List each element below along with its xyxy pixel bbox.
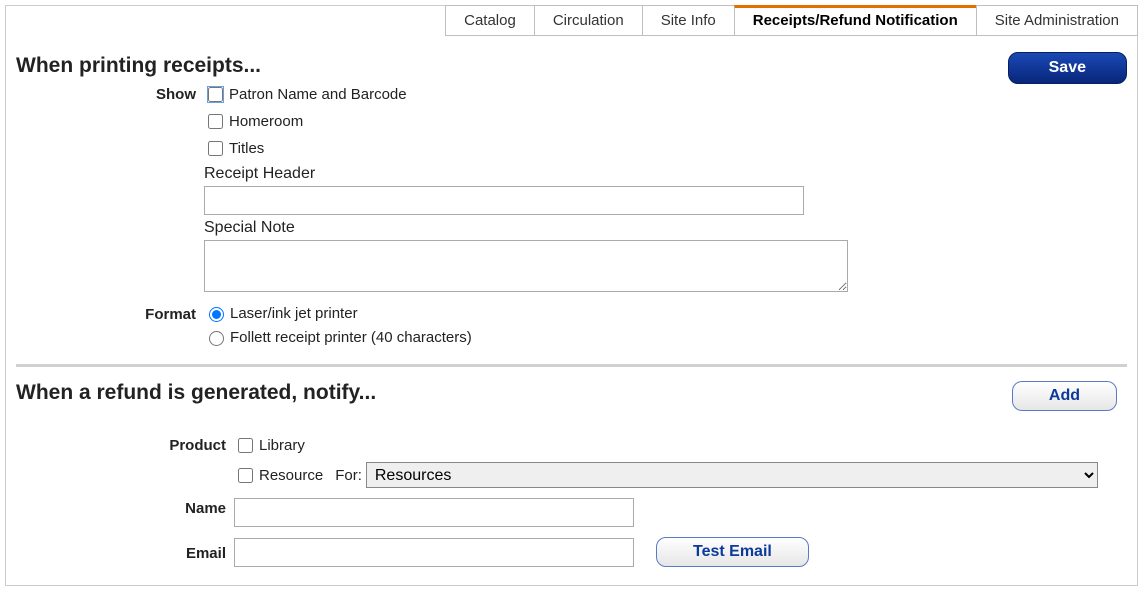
patron-name-barcode-label: Patron Name and Barcode [229,86,407,103]
tab-receipts-refund[interactable]: Receipts/Refund Notification [734,5,977,36]
add-button[interactable]: Add [1012,381,1117,411]
special-note-textarea[interactable] [204,240,848,292]
for-label: For: [335,467,362,484]
homeroom-label: Homeroom [229,113,303,130]
section-divider [16,364,1127,367]
titles-checkbox[interactable] [208,141,223,156]
titles-label: Titles [229,140,264,157]
resource-for-select[interactable]: Resources [366,462,1098,488]
patron-name-barcode-checkbox[interactable] [208,87,223,102]
follett-printer-radio[interactable] [209,331,224,346]
email-label: Email [16,543,234,562]
product-label: Product [16,435,234,454]
format-label: Format [16,304,204,323]
special-note-label: Special Note [204,219,1127,237]
printing-receipts-heading: When printing receipts... [16,54,1127,78]
homeroom-checkbox[interactable] [208,114,223,129]
email-input[interactable] [234,538,634,567]
laser-printer-label: Laser/ink jet printer [230,305,358,322]
refund-notify-heading: When a refund is generated, notify... [16,381,1127,405]
tab-bar: Catalog Circulation Site Info Receipts/R… [446,5,1138,36]
library-checkbox[interactable] [238,438,253,453]
tab-site-administration[interactable]: Site Administration [976,5,1138,36]
tab-circulation[interactable]: Circulation [534,5,643,36]
test-email-button[interactable]: Test Email [656,537,809,567]
resource-label: Resource [259,467,323,484]
name-label: Name [16,498,234,517]
save-button[interactable]: Save [1008,52,1127,84]
show-label: Show [16,84,204,103]
name-input[interactable] [234,498,634,527]
laser-printer-radio[interactable] [209,307,224,322]
library-label: Library [259,437,305,454]
follett-printer-label: Follett receipt printer (40 characters) [230,329,472,346]
tab-site-info[interactable]: Site Info [642,5,735,36]
receipt-header-label: Receipt Header [204,165,1127,183]
receipt-header-input[interactable] [204,186,804,215]
tab-catalog[interactable]: Catalog [445,5,535,36]
resource-checkbox[interactable] [238,468,253,483]
